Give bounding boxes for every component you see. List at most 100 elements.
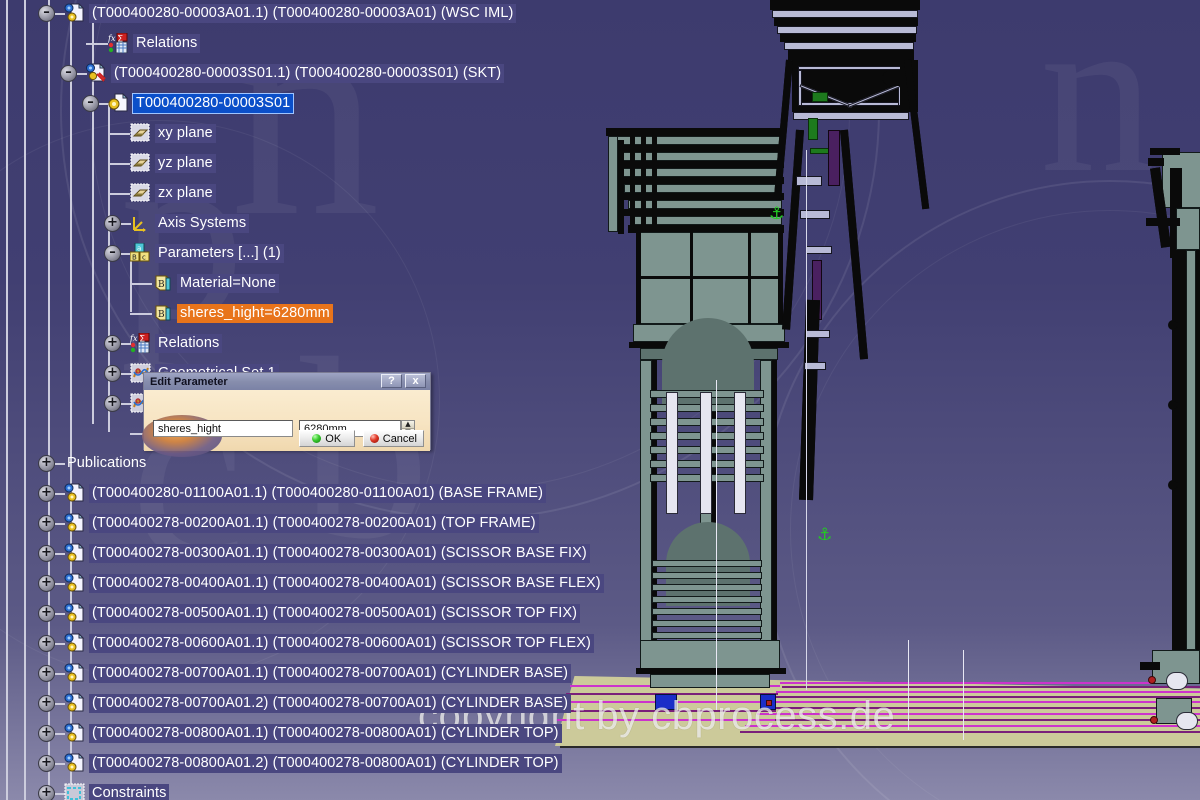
tree-node[interactable]: fx ∑ Relations bbox=[108, 30, 201, 56]
constraints-icon bbox=[64, 783, 86, 800]
tower-detail bbox=[828, 130, 840, 186]
tree-node-label[interactable]: yz plane bbox=[155, 153, 216, 173]
tower-detail bbox=[808, 118, 818, 140]
product-icon bbox=[64, 693, 86, 713]
expand-node-icon[interactable]: + bbox=[38, 695, 55, 712]
tree-node-label[interactable]: (T000400278-00200A01.1) (T000400278-0020… bbox=[89, 513, 539, 533]
tree-node[interactable]: (T000400278-00300A01.1) (T000400278-0030… bbox=[64, 540, 590, 566]
tower-beam bbox=[780, 34, 916, 42]
right-mast-detail bbox=[1148, 676, 1156, 684]
tree-node-label[interactable]: xy plane bbox=[155, 123, 216, 143]
tree-node[interactable]: (T000400278-00700A01.2) (T000400278-0070… bbox=[64, 690, 572, 716]
tree-node-label[interactable]: T000400280-00003S01 bbox=[131, 92, 295, 114]
expand-node-icon[interactable]: + bbox=[38, 545, 55, 562]
collapse-node-icon[interactable]: – bbox=[82, 95, 99, 112]
tower-beam bbox=[770, 0, 920, 10]
right-mast-beam bbox=[1148, 158, 1164, 166]
tree-node[interactable]: Publications bbox=[64, 450, 149, 476]
cancel-button[interactable]: Cancel bbox=[362, 430, 424, 447]
tree-node[interactable]: B Material=None bbox=[152, 270, 280, 296]
tree-node-label[interactable]: (T000400278-00300A01.1) (T000400278-0030… bbox=[89, 543, 590, 563]
tree-node-label[interactable]: (T000400278-00700A01.2) (T000400278-0070… bbox=[89, 693, 572, 713]
expand-node-icon[interactable]: + bbox=[38, 575, 55, 592]
tree-node-label[interactable]: Material=None bbox=[177, 273, 280, 293]
collapse-node-icon[interactable]: – bbox=[38, 5, 55, 22]
tree-node[interactable]: fx ∑ Relations bbox=[130, 330, 223, 356]
tree-node[interactable]: T000400280-00003S01 bbox=[108, 90, 295, 116]
expand-node-icon[interactable]: + bbox=[104, 335, 121, 352]
tree-node[interactable]: (T000400280-01100A01.1) (T000400280-0110… bbox=[64, 480, 547, 506]
svg-text:B: B bbox=[158, 310, 165, 320]
expand-node-icon[interactable]: + bbox=[38, 725, 55, 742]
expand-node-icon[interactable]: + bbox=[38, 485, 55, 502]
collapse-node-icon[interactable]: – bbox=[60, 65, 77, 82]
edit-parameter-dialog[interactable]: Edit Parameter ? x sheres_hight 6280mm ▲… bbox=[142, 372, 431, 457]
right-mast-beam bbox=[1146, 218, 1180, 226]
plane-icon bbox=[130, 153, 152, 173]
tree-node-label[interactable]: (T000400278-00500A01.1) (T000400278-0050… bbox=[89, 603, 581, 623]
collapse-node-icon[interactable]: – bbox=[104, 245, 121, 262]
model-column bbox=[772, 360, 777, 650]
tower-beam bbox=[788, 50, 914, 60]
tree-node[interactable]: (T000400278-00800A01.2) (T000400278-0080… bbox=[64, 750, 562, 776]
tree-node-label[interactable]: Parameters [...] (1) bbox=[155, 243, 284, 263]
assembly-line bbox=[772, 696, 1200, 698]
tree-node[interactable]: Constraints bbox=[64, 780, 170, 800]
tree-node-label[interactable]: Relations bbox=[133, 33, 201, 53]
tree-node-label[interactable]: (T000400280-00003A01.1) (T000400280-0000… bbox=[89, 3, 517, 23]
tree-node-label[interactable]: (T000400278-00700A01.1) (T000400278-0070… bbox=[89, 663, 572, 683]
expand-node-icon[interactable]: + bbox=[38, 515, 55, 532]
expand-node-icon[interactable]: + bbox=[38, 605, 55, 622]
model-rib bbox=[652, 596, 762, 603]
tree-trunk-line bbox=[24, 0, 26, 800]
tree-node[interactable]: (T000400278-00400A01.1) (T000400278-0040… bbox=[64, 570, 604, 596]
product-icon bbox=[64, 753, 86, 773]
tree-node[interactable]: xy plane bbox=[130, 120, 216, 146]
tree-node[interactable]: zx plane bbox=[130, 180, 216, 206]
ok-button[interactable]: OK bbox=[298, 430, 355, 447]
expand-node-icon[interactable]: + bbox=[104, 395, 121, 412]
expand-node-icon[interactable]: + bbox=[38, 455, 55, 472]
tree-node-label[interactable]: Publications bbox=[64, 454, 149, 473]
tree-node-label[interactable]: Axis Systems bbox=[155, 213, 250, 233]
tree-node[interactable]: Axis Systems bbox=[130, 210, 250, 236]
tree-node[interactable]: a Bc Parameters [...] (1) bbox=[130, 240, 284, 266]
tree-node[interactable]: (T000400280-00003A01.1) (T000400280-0000… bbox=[64, 0, 517, 26]
tree-branch-line bbox=[108, 104, 110, 432]
model-beam bbox=[640, 276, 782, 279]
tree-node[interactable]: Bsheres_hight=6280mm bbox=[152, 300, 333, 326]
tree-node-label[interactable]: Constraints bbox=[89, 783, 170, 800]
tree-node-label[interactable]: (T000400278-00400A01.1) (T000400278-0040… bbox=[89, 573, 604, 593]
close-button[interactable]: x bbox=[405, 374, 426, 388]
anchor-icon: ⚓ bbox=[769, 204, 785, 224]
tree-node[interactable]: yz plane bbox=[130, 150, 216, 176]
tree-node-label[interactable]: (T000400278-00800A01.1) (T000400278-0080… bbox=[89, 723, 562, 743]
relations-icon: fx ∑ bbox=[130, 333, 152, 353]
dialog-titlebar[interactable]: Edit Parameter ? x bbox=[144, 373, 430, 390]
expand-node-icon[interactable]: + bbox=[104, 215, 121, 232]
tree-node[interactable]: (T000400278-00800A01.1) (T000400278-0080… bbox=[64, 720, 562, 746]
tree-node-label[interactable]: Relations bbox=[155, 333, 223, 353]
help-button[interactable]: ? bbox=[381, 374, 402, 388]
expand-node-icon[interactable]: + bbox=[38, 635, 55, 652]
tree-node-label[interactable]: (T000400278-00600A01.1) (T000400278-0060… bbox=[89, 633, 594, 653]
tree-node-label[interactable]: (T000400280-01100A01.1) (T000400280-0110… bbox=[89, 483, 547, 503]
dialog-body: sheres_hight 6280mm ▲ ▼ OK Cancel bbox=[142, 390, 430, 457]
tree-node[interactable]: (T000400278-00500A01.1) (T000400278-0050… bbox=[64, 600, 581, 626]
expand-node-icon[interactable]: + bbox=[38, 785, 55, 800]
tower-beam bbox=[784, 42, 914, 50]
tree-node[interactable]: (T000400278-00200A01.1) (T000400278-0020… bbox=[64, 510, 539, 536]
cancel-button-label: Cancel bbox=[382, 432, 417, 445]
tree-node[interactable]: (T000400278-00600A01.1) (T000400278-0060… bbox=[64, 630, 594, 656]
expand-node-icon[interactable]: + bbox=[38, 755, 55, 772]
parameter-name-input[interactable]: sheres_hight bbox=[153, 420, 293, 437]
tree-node-label[interactable]: zx plane bbox=[155, 183, 216, 203]
tree-node[interactable]: (T000400278-00700A01.1) (T000400278-0070… bbox=[64, 660, 572, 686]
tree-node-label[interactable]: sheres_hight=6280mm bbox=[177, 303, 333, 323]
tree-node-label[interactable]: (T000400280-00003S01.1) (T000400280-0000… bbox=[111, 63, 505, 83]
expand-node-icon[interactable]: + bbox=[38, 665, 55, 682]
expand-node-icon[interactable]: + bbox=[104, 365, 121, 382]
tree-node-label[interactable]: (T000400278-00800A01.2) (T000400278-0080… bbox=[89, 753, 562, 773]
tree-node[interactable]: (T000400280-00003S01.1) (T000400280-0000… bbox=[86, 60, 505, 86]
right-mast-wheel bbox=[1166, 672, 1188, 690]
